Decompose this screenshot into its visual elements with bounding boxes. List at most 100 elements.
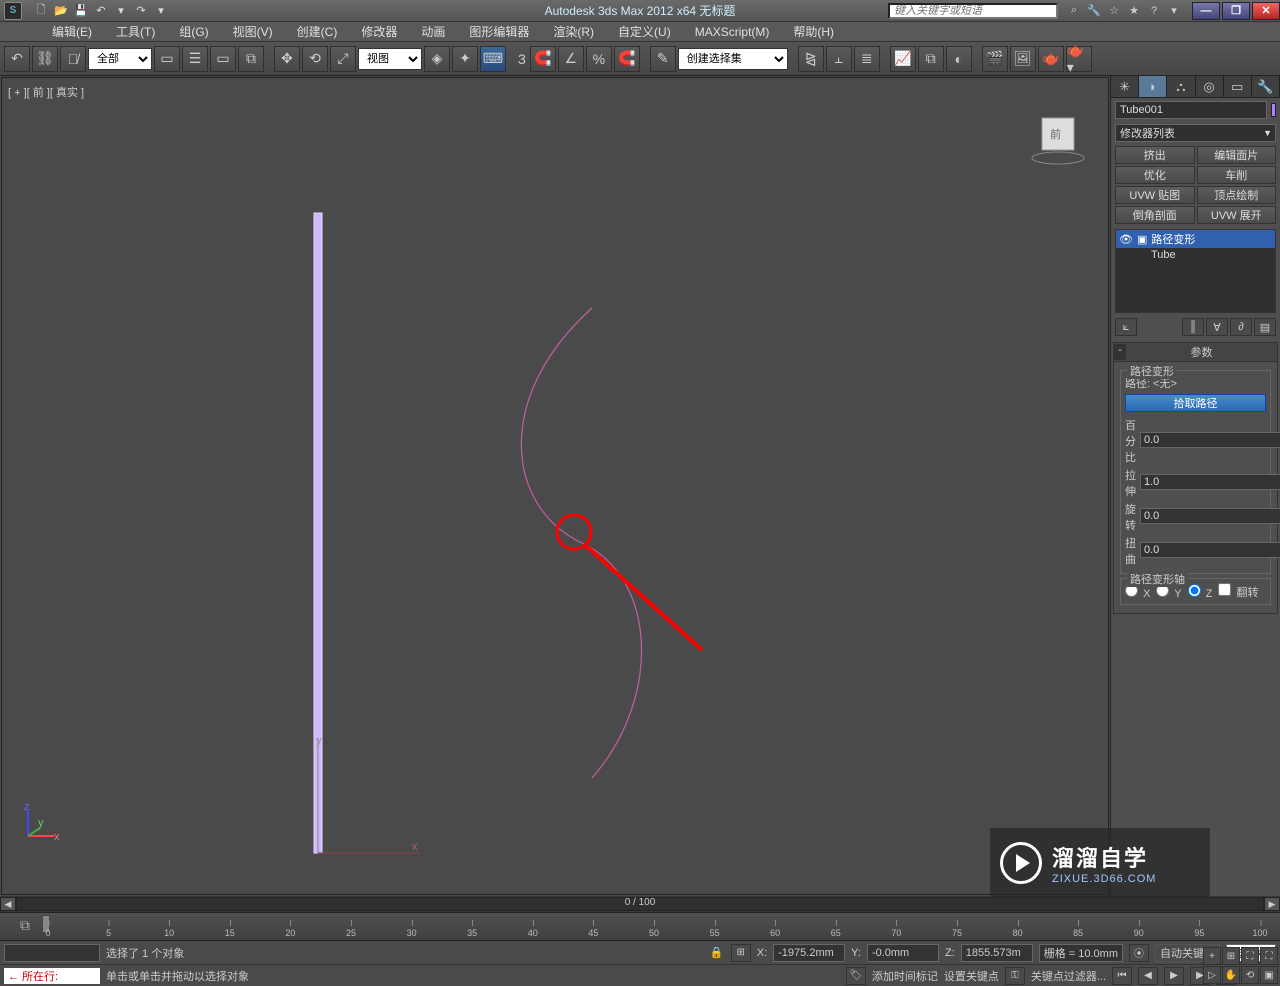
stretch-input[interactable]: [1140, 474, 1280, 490]
snap-toggle-icon[interactable]: 🧲: [530, 46, 556, 72]
tab-display-icon[interactable]: ▭: [1224, 76, 1252, 97]
configure-sets-icon[interactable]: ▤: [1254, 318, 1276, 336]
key-mode-icon[interactable]: ⚿: [1005, 967, 1025, 985]
curve-editor-icon[interactable]: 📈: [890, 46, 916, 72]
modifier-list-dropdown[interactable]: 修改器列表: [1115, 124, 1276, 142]
tab-modify-icon[interactable]: ◗: [1139, 76, 1167, 97]
qat-undo-drop-icon[interactable]: ▾: [112, 3, 130, 19]
mod-btn-lathe[interactable]: 车削: [1197, 166, 1277, 184]
select-object-icon[interactable]: ▭: [154, 46, 180, 72]
key-filters-button[interactable]: 关键点过滤器...: [1031, 968, 1106, 984]
exchange-icon[interactable]: ☆: [1106, 3, 1122, 19]
max-toggle-icon[interactable]: ▣: [1260, 966, 1278, 984]
scroll-left-icon[interactable]: ◀: [0, 897, 16, 911]
ref-coord-dropdown[interactable]: 视图: [358, 48, 422, 70]
rotate-icon[interactable]: ⟲: [302, 46, 328, 72]
absolute-mode-icon[interactable]: ⊞: [731, 944, 751, 962]
viewport-scrollbar[interactable]: ◀ 0 / 100 ▶: [0, 896, 1280, 912]
time-slider[interactable]: ⧉ 05101520253035404550556065707580859095…: [0, 912, 1280, 940]
window-crossing-icon[interactable]: ⧉: [238, 46, 264, 72]
twist-input[interactable]: [1140, 542, 1280, 558]
macro-recorder-input[interactable]: ← 所在行:: [4, 968, 100, 984]
spinner-snap-icon[interactable]: 🧲: [614, 46, 640, 72]
axis-flip-check[interactable]: 翻转: [1218, 583, 1258, 600]
help-drop-icon[interactable]: ▾: [1166, 3, 1182, 19]
menu-help[interactable]: 帮助(H): [781, 23, 846, 40]
play-icon[interactable]: ▶: [1164, 967, 1184, 985]
menu-customize[interactable]: 自定义(U): [606, 23, 683, 40]
pivot-center-icon[interactable]: ◈: [424, 46, 450, 72]
make-unique-icon[interactable]: ∀: [1206, 318, 1228, 336]
viewcube-icon[interactable]: 前: [1028, 108, 1088, 168]
undo-link-icon[interactable]: ↶: [4, 46, 30, 72]
show-end-result-icon[interactable]: ║: [1182, 318, 1204, 336]
eye-icon[interactable]: 👁: [1119, 233, 1133, 246]
tab-utilities-icon[interactable]: 🔧: [1252, 76, 1280, 97]
maxscript-mini-listener[interactable]: [4, 944, 100, 962]
manipulate-icon[interactable]: ✦: [452, 46, 478, 72]
remove-modifier-icon[interactable]: ∂: [1230, 318, 1252, 336]
menu-modifiers[interactable]: 修改器: [349, 23, 409, 40]
region-rect-icon[interactable]: ▭: [210, 46, 236, 72]
render-icon[interactable]: 🫖: [1038, 46, 1064, 72]
object-name-input[interactable]: [1115, 101, 1267, 119]
mod-btn-unwrap[interactable]: UVW 展开: [1197, 206, 1277, 224]
qat-redo-icon[interactable]: ↷: [132, 3, 150, 19]
favorite-icon[interactable]: ★: [1126, 3, 1142, 19]
timeconfig-icon[interactable]: ⧉: [20, 917, 40, 937]
tab-create-icon[interactable]: ✳: [1111, 76, 1139, 97]
set-key-button[interactable]: 设置关键点: [944, 968, 999, 984]
link-icon[interactable]: ⛓: [32, 46, 58, 72]
select-by-name-icon[interactable]: ☰: [182, 46, 208, 72]
fov-icon[interactable]: ▷: [1203, 966, 1221, 984]
schematic-view-icon[interactable]: ⧉: [918, 46, 944, 72]
named-selection-dropdown[interactable]: 创建选择集: [678, 48, 788, 70]
stack-item-pathdeform[interactable]: 👁 ▣ 路径变形: [1116, 230, 1275, 248]
isolate-icon[interactable]: ⦿: [1129, 944, 1149, 962]
rendered-frame-icon[interactable]: 🖼: [1010, 46, 1036, 72]
menu-views[interactable]: 视图(V): [221, 23, 285, 40]
selection-filter-dropdown[interactable]: 全部: [88, 48, 152, 70]
move-icon[interactable]: ✥: [274, 46, 300, 72]
mod-btn-bevelprofile[interactable]: 倒角剖面: [1115, 206, 1195, 224]
help-icon[interactable]: ?: [1146, 3, 1162, 19]
object-color-swatch[interactable]: [1271, 103, 1276, 117]
app-menu-icon[interactable]: S: [4, 2, 22, 20]
menu-graph-editors[interactable]: 图形编辑器: [457, 23, 541, 40]
tab-hierarchy-icon[interactable]: ⛬: [1167, 76, 1195, 97]
render-setup-icon[interactable]: 🎬: [982, 46, 1008, 72]
unlink-icon[interactable]: ⛓̸: [60, 46, 86, 72]
axis-z-radio[interactable]: Z: [1188, 584, 1213, 600]
goto-start-icon[interactable]: ⏮: [1112, 967, 1132, 985]
infocenter-search-input[interactable]: [888, 3, 1058, 19]
pick-path-button[interactable]: 拾取路径: [1125, 394, 1266, 412]
modifier-stack[interactable]: 👁 ▣ 路径变形 Tube: [1115, 229, 1276, 313]
tab-motion-icon[interactable]: ◎: [1196, 76, 1224, 97]
zoom-extents-icon[interactable]: ⛶: [1241, 947, 1259, 965]
add-timetag-button[interactable]: 添加时间标记: [872, 968, 938, 984]
subscription-icon[interactable]: 🔧: [1086, 3, 1102, 19]
keyboard-shortcut-toggle-icon[interactable]: ⌨: [480, 46, 506, 72]
edit-named-sel-icon[interactable]: ✎: [650, 46, 676, 72]
menu-create[interactable]: 创建(C): [285, 23, 350, 40]
rotate-input[interactable]: [1140, 508, 1280, 524]
scale-icon[interactable]: ⤢: [330, 46, 356, 72]
qat-save-icon[interactable]: 💾: [72, 3, 90, 19]
menu-animation[interactable]: 动画: [409, 23, 457, 40]
close-button[interactable]: ✕: [1252, 2, 1280, 20]
zoom-all-icon[interactable]: ⊞: [1222, 947, 1240, 965]
menu-tools[interactable]: 工具(T): [104, 23, 167, 40]
stack-item-tube[interactable]: Tube: [1116, 248, 1275, 262]
mod-btn-editpatch[interactable]: 编辑面片: [1197, 146, 1277, 164]
pin-stack-icon[interactable]: ⟀: [1115, 318, 1137, 336]
percent-snap-icon[interactable]: %: [586, 46, 612, 72]
qat-redo-drop-icon[interactable]: ▾: [152, 3, 170, 19]
align-icon[interactable]: ⫠: [826, 46, 852, 72]
lock-selection-icon[interactable]: 🔒: [709, 946, 725, 959]
prev-frame-icon[interactable]: ◀: [1138, 967, 1158, 985]
material-editor-icon[interactable]: ◐: [946, 46, 972, 72]
angle-snap-icon[interactable]: ∠: [558, 46, 584, 72]
zoom-icon[interactable]: +: [1203, 947, 1221, 965]
scroll-right-icon[interactable]: ▶: [1264, 897, 1280, 911]
qat-open-icon[interactable]: 📂: [52, 3, 70, 19]
